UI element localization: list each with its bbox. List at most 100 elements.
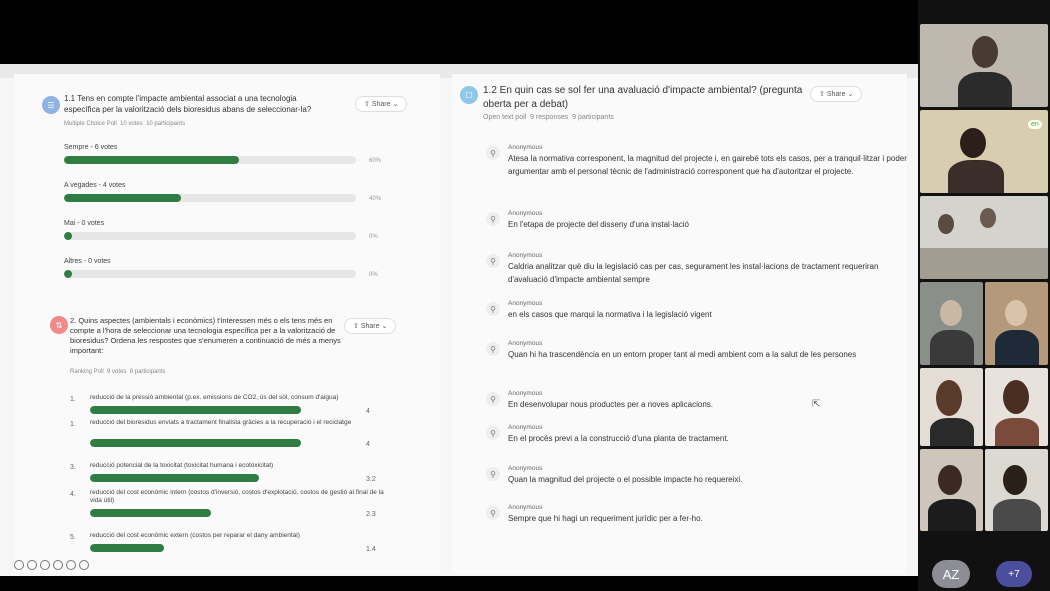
poll-option-percent: 60% [369,158,382,164]
video-tile[interactable] [985,282,1048,365]
rank-item-fill [90,439,302,447]
response-text: Sempre que hi hagi un requeriment jurídi… [508,514,703,523]
toolbar-button[interactable] [27,560,37,570]
response-text: Atesa la normativa corresponent, la magn… [508,154,907,176]
participant-head [972,36,998,68]
toolbar-button[interactable] [66,560,76,570]
participant-head [960,128,986,158]
rank-item-bar [90,406,354,414]
response-text: Quan hi ha trascendència en un entorn pr… [508,350,857,359]
poll-option-percent: 0% [369,234,378,240]
poll3-meta: Open text poll 9 responses 9 participant… [483,114,614,121]
response-text: Caldria analitzar què diu la legislació … [508,262,879,284]
rank-number: 1. [70,396,76,403]
rank-item-bar [90,474,354,482]
user-icon: ⚲ [486,146,500,160]
poll-option-percent: 0% [369,272,378,278]
poll1-meta: Multiple Choice Poll 10 votes 10 partici… [64,121,185,127]
user-icon: ⚲ [486,302,500,316]
poll1-share-button[interactable]: ⇧ Share ⌄ [355,96,408,112]
participant-body [930,330,974,365]
toolbar-button[interactable] [40,560,50,570]
rank-item-label: reducció del cost econòmic extern (costo… [90,532,300,539]
rank-item-fill [90,509,212,517]
poll-option-fill [64,194,181,202]
video-tile[interactable] [920,282,983,365]
poll-option-bar [64,270,356,278]
video-tile[interactable] [920,24,1048,107]
user-icon: ⚲ [486,467,500,481]
video-tile[interactable] [920,196,1048,279]
participant-head [1005,300,1027,326]
slide-toolbar [14,560,89,570]
poll2-votes: 9 votes [107,369,127,375]
participant-head [1003,465,1027,495]
rank-number: 5. [70,534,76,541]
participant-head [940,300,962,326]
poll-option-fill [64,232,72,240]
poll2-title: 2. Quins aspectes (ambientals i econòmic… [70,316,341,356]
poll2-share-button[interactable]: ⇧ Share ⌄ [344,318,397,334]
toolbar-button[interactable] [53,560,63,570]
right-poll-panel: ☐ 1.2 En quin cas se sol fer una avaluac… [452,74,907,574]
rank-item-score: 2.3 [366,511,376,518]
poll-option-bar [64,232,356,240]
user-icon: ⚲ [486,342,500,356]
participant-body [995,330,1039,365]
video-tile[interactable] [920,368,983,446]
share-label: Share [826,91,846,98]
poll3-title: 1.2 En quin cas se sol fer una avaluació… [483,85,803,110]
video-tile[interactable] [920,449,983,531]
self-avatar[interactable]: AZ [932,560,970,588]
poll2-meta: Ranking Poll 9 votes 8 participants [70,369,165,375]
video-tile[interactable] [985,449,1048,531]
response-author: Anonymous [508,390,543,397]
list-icon: ☰ [42,96,60,114]
response-text: En desenvolupar nous productes per a nov… [508,400,714,409]
poll-option-bar [64,194,356,202]
rank-item-score: 4 [366,408,370,415]
response-author: Anonymous [508,340,543,347]
response-author: Anonymous [508,504,543,511]
rank-item-label: reducció del cost econòmic intern (costo… [90,489,384,505]
toolbar-button[interactable] [79,560,89,570]
rank-item-bar [90,544,354,552]
rank-item-fill [90,544,164,552]
more-participants-button[interactable]: +7 [996,561,1032,587]
poll1-participants: 10 participants [146,121,186,127]
response-text: en els casos que marqui la normativa i l… [508,310,712,319]
poll-option-label: Altres - 0 votes [64,258,111,265]
participant-video-panel: en [918,0,1050,591]
poll2-type: Ranking Poll [70,369,104,375]
poll3-participants: 9 participants [572,114,614,121]
share-label: Share [371,101,391,108]
participant-body [958,72,1012,107]
poll1-type: Multiple Choice Poll [64,121,117,127]
poll2-participants: 8 participants [129,369,166,375]
rank-item-score: 1.4 [366,546,376,553]
video-tile[interactable] [985,368,1048,446]
poll3-share-button[interactable]: ⇧ Share ⌄ [810,86,863,102]
participant-head [1003,380,1029,414]
rank-item-bar [90,509,354,517]
presentation-slide: ☰ 1.1 Tens en compte l'impacte ambiental… [0,64,918,576]
participant-body [928,499,976,531]
toolbar-button[interactable] [14,560,24,570]
poll-option-bar [64,156,356,164]
response-author: Anonymous [508,424,543,431]
poll1-votes: 10 votes [120,121,143,127]
rank-number: 1. [70,421,76,428]
poll-option-label: Mai - 0 votes [64,220,105,227]
participant-head [938,465,962,495]
poll3-type: Open text poll [483,114,527,121]
poll-option-percent: 40% [369,196,382,202]
participant-body [995,418,1039,446]
language-badge: en [1028,120,1042,129]
participant-head [938,214,954,234]
chat-icon: ☐ [460,86,478,104]
rank-number: 4. [70,491,76,498]
video-tile[interactable]: en [920,110,1048,193]
response-author: Anonymous [508,210,543,217]
poll1-title: 1.1 Tens en compte l'impacte ambiental a… [64,94,312,114]
response-author: Anonymous [508,252,543,259]
